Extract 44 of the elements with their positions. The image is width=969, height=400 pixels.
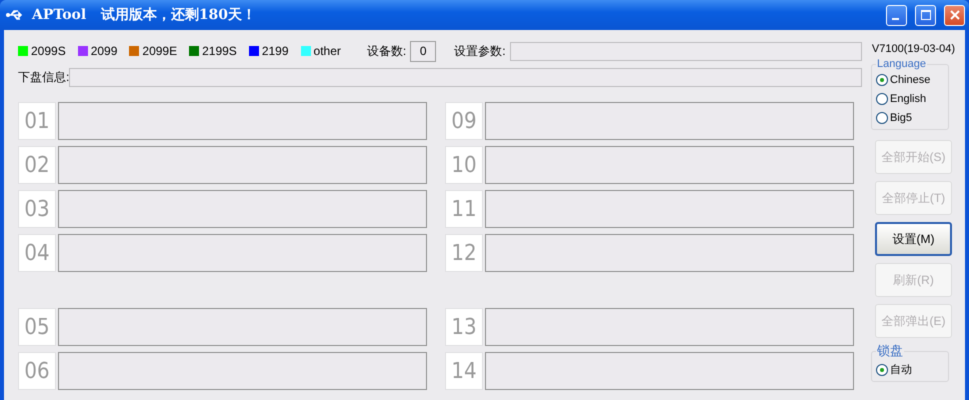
disk-info-label: 下盘信息: [18, 68, 70, 86]
legend-label: other [314, 44, 341, 58]
slot-number: 02 [18, 146, 56, 184]
disk-info-field[interactable] [69, 68, 862, 86]
legend-label: 2199 [262, 44, 289, 58]
close-icon [950, 10, 960, 20]
radio-button[interactable] [876, 74, 888, 86]
device-count-label: 设备数: [366, 42, 406, 60]
minimize-button[interactable] [886, 4, 907, 26]
maximize-button[interactable] [915, 4, 936, 26]
radio-option[interactable]: English [876, 89, 944, 108]
radio-option[interactable]: Big5 [876, 108, 944, 127]
minimize-icon [892, 18, 898, 20]
slot-number: 03 [18, 190, 56, 228]
language-group: Language Chinese English Big5 [871, 58, 949, 130]
slot-number: 14 [445, 352, 483, 390]
slot-number: 01 [18, 102, 56, 140]
lock-group: 锁盘 自动 [871, 342, 949, 382]
slot-number: 09 [445, 102, 483, 140]
radio-option[interactable]: 自动 [876, 360, 944, 379]
radio-button[interactable] [876, 92, 888, 104]
slot-number: 11 [445, 190, 483, 228]
window-title: APTool 试用版本，还剩180天！ [32, 6, 258, 24]
slot-number: 12 [445, 234, 483, 272]
slot-number: 13 [445, 308, 483, 346]
legend-label: 2099 [90, 44, 118, 58]
legend-label: 2199S [202, 44, 237, 58]
maximize-icon [920, 10, 930, 20]
slot-number: 06 [18, 352, 56, 390]
slot-number: 10 [445, 146, 483, 184]
legend-label: 2099E [142, 44, 178, 58]
device-count-field[interactable]: 0 [410, 40, 436, 62]
radio-button[interactable] [876, 112, 888, 124]
version-label: V7100(19-03-04) [872, 43, 956, 55]
close-button[interactable] [944, 4, 965, 26]
settings-params-field[interactable] [510, 42, 862, 60]
legend-label: 2099S [31, 44, 66, 58]
radio-option[interactable]: Chinese [876, 70, 944, 89]
usb-icon [6, 8, 24, 22]
slot-number: 05 [18, 308, 56, 346]
action-button[interactable]: 设置(M) [875, 222, 952, 256]
settings-params-label: 设置参数: [454, 42, 506, 60]
slot-number: 04 [18, 234, 56, 272]
radio-button[interactable] [876, 364, 888, 376]
